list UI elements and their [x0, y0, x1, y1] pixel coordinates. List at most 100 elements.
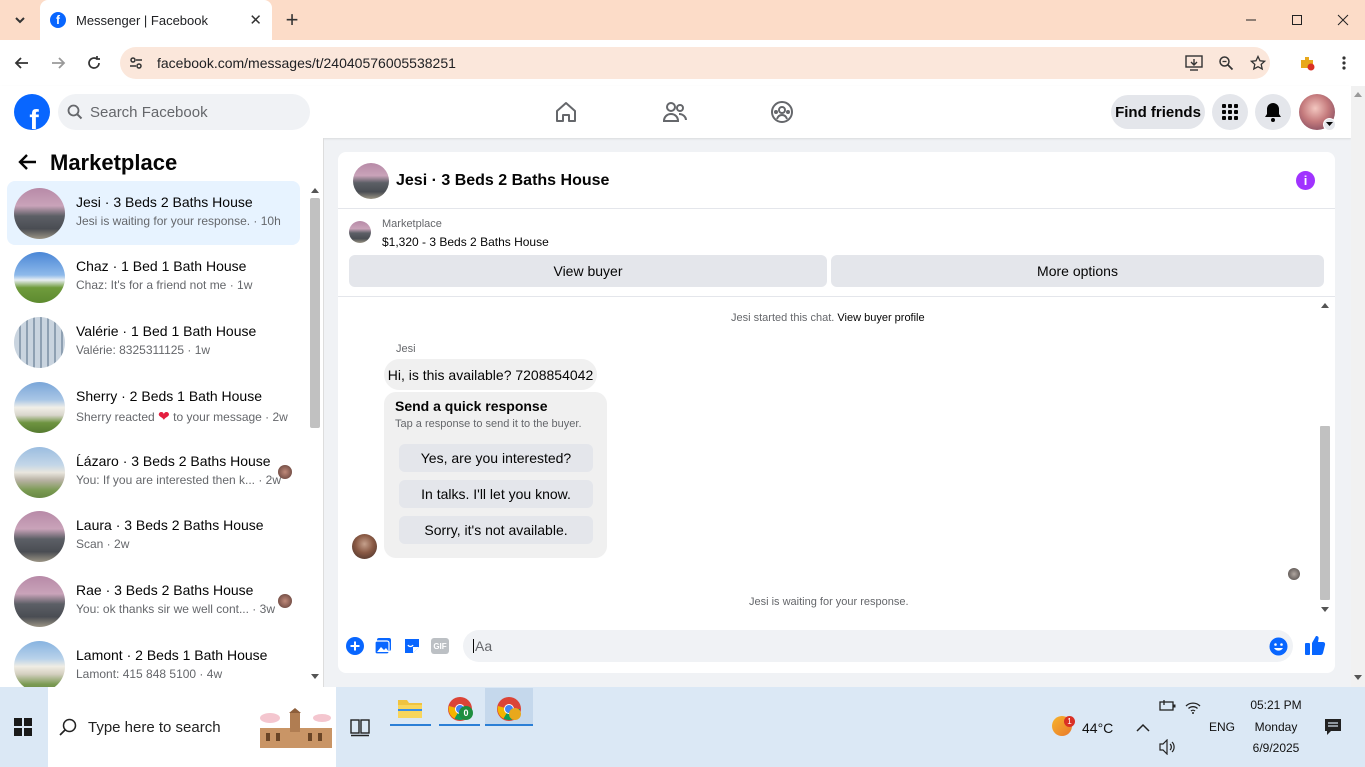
- language-indicator[interactable]: ENG: [1209, 720, 1235, 734]
- sidebar-scrollbar[interactable]: [309, 184, 321, 684]
- wifi-icon[interactable]: [1185, 699, 1201, 720]
- chrome-profile-badge: 0: [459, 706, 473, 720]
- groups-icon[interactable]: [767, 97, 797, 127]
- temperature[interactable]: 44°C: [1082, 720, 1113, 736]
- attach-photo-icon[interactable]: [373, 636, 393, 656]
- quick-response-not-available-button[interactable]: Sorry, it's not available.: [399, 516, 593, 544]
- more-options-button[interactable]: More options: [831, 255, 1324, 287]
- conversation-name: Sherry · 2 Beds 1 Bath House: [76, 388, 262, 404]
- conversation-preview: You: If you are interested then k... · 2…: [76, 473, 282, 487]
- account-chevron-down-icon[interactable]: [1323, 118, 1336, 131]
- more-actions-plus-icon[interactable]: [345, 636, 365, 656]
- facebook-logo-icon[interactable]: f: [14, 94, 50, 130]
- conversation-preview: Valérie: 8325311125 · 1w: [76, 343, 211, 357]
- sender-avatar[interactable]: [352, 534, 377, 559]
- message-input[interactable]: Aa: [463, 630, 1293, 662]
- chat-started-text: Jesi started this chat.: [731, 312, 835, 324]
- conversation-preview-start: Sherry reacted: [76, 410, 155, 424]
- emoji-icon[interactable]: [1268, 636, 1288, 656]
- facebook-search-input[interactable]: Search Facebook: [58, 94, 310, 130]
- weather-badge: 1: [1064, 716, 1075, 727]
- conversation-preview: Jesi is waiting for your response. · 10h: [76, 214, 281, 228]
- back-arrow-icon[interactable]: [8, 49, 36, 77]
- quick-response-subtitle: Tap a response to send it to the buyer.: [395, 418, 582, 430]
- conversation-item-chaz[interactable]: Chaz · 1 Bed 1 Bath House Chaz: It's for…: [7, 245, 300, 309]
- conversation-item-lazaro[interactable]: Ĺázaro · 3 Beds 2 Baths House You: If yo…: [7, 440, 300, 504]
- facebook-search-placeholder: Search Facebook: [90, 103, 208, 121]
- search-icon: [59, 718, 77, 741]
- url-text: facebook.com/messages/t/2404057600553825…: [157, 55, 456, 71]
- file-explorer-icon[interactable]: [397, 697, 423, 724]
- conversation-item-lamont[interactable]: Lamont · 2 Beds 1 Bath House Lamont: 415…: [7, 634, 300, 687]
- conversation-item-sherry[interactable]: Sherry · 2 Beds 1 Bath House Sherry reac…: [7, 375, 300, 439]
- listing-detail[interactable]: $1,320 - 3 Beds 2 Baths House: [382, 235, 549, 249]
- forward-arrow-icon[interactable]: [44, 49, 72, 77]
- conversation-preview: Scan · 2w: [76, 537, 130, 551]
- taskbar-search-placeholder: Type here to search: [88, 718, 221, 736]
- bell-icon: [1265, 103, 1281, 122]
- bookmark-star-icon[interactable]: [1244, 49, 1272, 77]
- url-bar[interactable]: facebook.com/messages/t/2404057600553825…: [120, 47, 1270, 79]
- sticker-icon[interactable]: [402, 636, 422, 656]
- task-view-icon[interactable]: [350, 717, 370, 742]
- gif-label: GIF: [431, 638, 449, 654]
- zoom-icon[interactable]: [1212, 49, 1240, 77]
- browser-tab-messenger[interactable]: f Messenger | Facebook ✕: [40, 0, 272, 40]
- chat-listing-avatar[interactable]: [353, 163, 389, 199]
- clock[interactable]: 05:21 PM Monday 6/9/2025: [1250, 697, 1302, 757]
- listing-thumbnail: [14, 382, 65, 433]
- menu-grid-button[interactable]: [1212, 94, 1248, 130]
- text-cursor: [473, 639, 474, 653]
- conversation-name: Chaz · 1 Bed 1 Bath House: [76, 258, 247, 274]
- listing-mini-thumbnail: [349, 221, 371, 243]
- volume-icon[interactable]: [1159, 738, 1177, 760]
- message-bubble[interactable]: Hi, is this available? 7208854042: [384, 359, 597, 390]
- page-scrollbar[interactable]: [1351, 86, 1365, 687]
- waiting-text: Jesi is waiting for your response.: [749, 596, 909, 608]
- tab-search-chevron-icon[interactable]: [6, 6, 34, 34]
- facebook-favicon-icon: f: [50, 12, 66, 28]
- minimize-button[interactable]: [1237, 6, 1265, 34]
- close-window-button[interactable]: [1329, 6, 1357, 34]
- notifications-button[interactable]: [1255, 94, 1291, 130]
- friends-icon[interactable]: [660, 97, 690, 127]
- site-settings-icon[interactable]: [122, 49, 150, 77]
- file-explorer-running-indicator: [390, 724, 431, 726]
- quick-response-in-talks-button[interactable]: In talks. I'll let you know.: [399, 480, 593, 508]
- install-app-icon[interactable]: [1180, 49, 1208, 77]
- listing-thumbnail: [14, 511, 65, 562]
- message-input-placeholder: Aa: [475, 638, 493, 654]
- info-icon[interactable]: i: [1296, 171, 1315, 190]
- back-arrow-icon[interactable]: [18, 153, 38, 176]
- gif-icon[interactable]: GIF: [430, 636, 450, 656]
- notifications-center-icon[interactable]: [1324, 718, 1342, 741]
- like-thumbs-up-icon[interactable]: [1304, 634, 1326, 656]
- conversation-name: Laura · 3 Beds 2 Baths House: [76, 517, 264, 533]
- view-buyer-button[interactable]: View buyer: [349, 255, 827, 287]
- conversation-item-rae[interactable]: Rae · 3 Beds 2 Baths House You: ok thank…: [7, 569, 300, 633]
- search-highlight-landmark-icon: [256, 708, 336, 748]
- battery-icon[interactable]: [1159, 699, 1177, 718]
- conversation-item-jesi[interactable]: Jesi · 3 Beds 2 Baths House Jesi is wait…: [7, 181, 300, 245]
- conversation-item-laura[interactable]: Laura · 3 Beds 2 Baths House Scan · 2w: [7, 504, 300, 568]
- chat-title[interactable]: Jesi · 3 Beds 2 Baths House: [396, 172, 609, 190]
- view-buyer-profile-link[interactable]: View buyer profile: [837, 312, 924, 324]
- extension-icon[interactable]: [1293, 49, 1321, 77]
- quick-response-title: Send a quick response: [395, 398, 548, 414]
- sidebar-title: Marketplace: [50, 150, 178, 175]
- windows-start-icon[interactable]: [14, 718, 32, 741]
- chrome-profile-icon[interactable]: [496, 696, 522, 727]
- quick-response-yes-button[interactable]: Yes, are you interested?: [399, 444, 593, 472]
- browser-menu-icon[interactable]: [1330, 49, 1358, 77]
- clock-day: Monday: [1254, 720, 1298, 734]
- new-tab-button[interactable]: +: [278, 6, 306, 34]
- conversation-item-valerie[interactable]: Valérie · 1 Bed 1 Bath House Valérie: 83…: [7, 310, 300, 374]
- reload-icon[interactable]: [80, 49, 108, 77]
- maximize-button[interactable]: [1283, 6, 1311, 34]
- chat-started-line: Jesi started this chat. View buyer profi…: [731, 312, 925, 324]
- find-friends-button[interactable]: Find friends: [1111, 95, 1205, 129]
- home-icon[interactable]: [551, 97, 581, 127]
- close-tab-icon[interactable]: ✕: [249, 11, 262, 29]
- show-hidden-icons-chevron-up-icon[interactable]: [1136, 720, 1150, 738]
- chat-scrollbar[interactable]: [1319, 298, 1331, 618]
